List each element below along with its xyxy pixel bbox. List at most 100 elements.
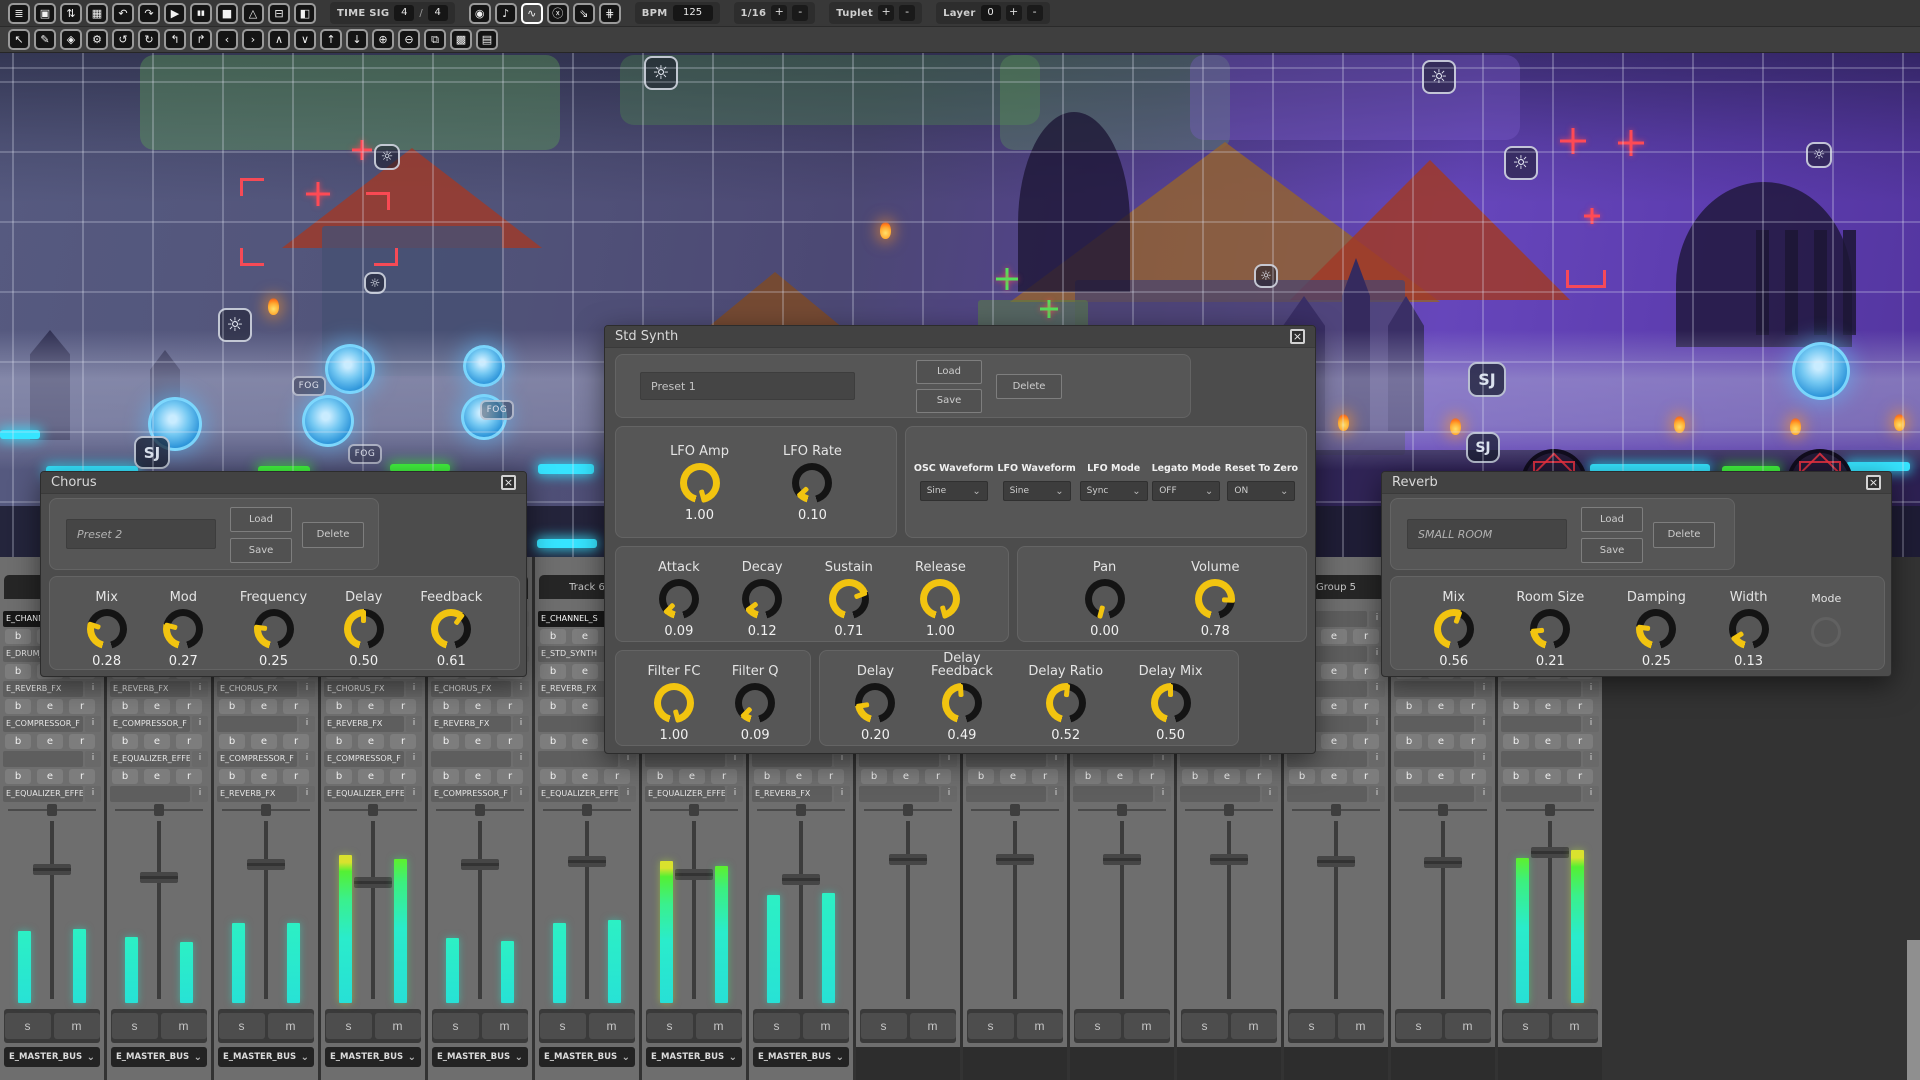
bpm-value[interactable]: 125	[673, 5, 713, 21]
fx-slot[interactable]: E_EQUALIZER_EFFEi	[538, 786, 636, 802]
knob-attack[interactable]	[659, 579, 699, 619]
solo-button[interactable]: s	[433, 1013, 479, 1039]
fx-edit-button[interactable]: e	[251, 699, 277, 714]
knob-sustain[interactable]	[829, 579, 869, 619]
knob-delay-mix[interactable]	[1151, 683, 1191, 723]
fx-slot[interactable]: E_COMPRESSOR_Fi	[431, 786, 529, 802]
fx-remove-button[interactable]: r	[711, 769, 737, 784]
pan-slider[interactable]	[648, 803, 740, 817]
fx-bypass-button[interactable]: b	[5, 629, 31, 644]
fx-edit-button[interactable]: e	[572, 699, 598, 714]
knob-mod[interactable]	[163, 609, 203, 649]
output-bus-dropdown[interactable]: E_MASTER_BUS⌄	[111, 1047, 207, 1067]
fx-remove-button[interactable]: r	[1567, 699, 1593, 714]
fx-remove-button[interactable]: r	[176, 699, 202, 714]
knob-delay-feedback[interactable]	[942, 683, 982, 723]
fx-edit-button[interactable]: e	[465, 699, 491, 714]
fx-edit-button[interactable]: e	[37, 734, 63, 749]
fx-info-button[interactable]: i	[1155, 786, 1171, 802]
fx-bypass-button[interactable]: b	[219, 734, 245, 749]
fx-remove-button[interactable]: r	[497, 769, 523, 784]
fx-edit-button[interactable]: e	[1321, 734, 1347, 749]
fx-edit-button[interactable]: e	[1428, 699, 1454, 714]
fx-bypass-button[interactable]: b	[433, 769, 459, 784]
pan-handle[interactable]	[1331, 804, 1341, 816]
pan-slider[interactable]	[327, 803, 419, 817]
fx-edit-button[interactable]: e	[1000, 769, 1026, 784]
fx-edit-button[interactable]: e	[1321, 769, 1347, 784]
marquee-icon[interactable]: ▩	[450, 29, 472, 50]
knob-delay[interactable]	[855, 683, 895, 723]
fx-slot[interactable]: i	[1501, 751, 1599, 767]
fx-edit-button[interactable]: e	[251, 734, 277, 749]
fx-info-button[interactable]: i	[299, 751, 315, 767]
solo-button[interactable]: s	[754, 1013, 800, 1039]
fader-handle[interactable]	[247, 859, 285, 870]
fx-info-button[interactable]: i	[406, 681, 422, 697]
fx-slot[interactable]: E_REVERB_FXi	[752, 786, 850, 802]
pan-slider[interactable]	[755, 803, 847, 817]
fx-info-button[interactable]: i	[1476, 716, 1492, 732]
pan-handle[interactable]	[903, 804, 913, 816]
fx-bypass-button[interactable]: b	[647, 769, 673, 784]
fader-handle[interactable]	[675, 869, 713, 880]
fx-slot[interactable]: i	[110, 786, 208, 802]
fx-remove-button[interactable]: r	[1032, 769, 1058, 784]
fx-remove-button[interactable]: r	[1353, 699, 1379, 714]
pan-handle[interactable]	[261, 804, 271, 816]
knob-damping[interactable]	[1636, 609, 1676, 649]
layer-plus-button[interactable]: +	[1006, 5, 1022, 21]
pan-slider[interactable]	[862, 803, 954, 817]
fader-handle[interactable]	[889, 854, 927, 865]
fx-slot[interactable]: E_EQUALIZER_EFFEi	[3, 786, 101, 802]
pan-handle[interactable]	[796, 804, 806, 816]
dropdown-reset-to-zero[interactable]: ON⌄	[1227, 481, 1295, 501]
fx-info-button[interactable]: i	[513, 681, 529, 697]
fx-info-button[interactable]: i	[727, 786, 743, 802]
fx-edit-button[interactable]: e	[144, 699, 170, 714]
fx-edit-button[interactable]: e	[1321, 629, 1347, 644]
fx-edit-button[interactable]: e	[144, 769, 170, 784]
pan-handle[interactable]	[47, 804, 57, 816]
fx-slot[interactable]: E_CHORUS_FXi	[431, 681, 529, 697]
fx-info-button[interactable]: i	[192, 751, 208, 767]
grid-step-minus-button[interactable]: -	[792, 5, 808, 21]
fx-slot[interactable]: i	[1394, 716, 1492, 732]
zoom-in-icon[interactable]: ⊕	[372, 29, 394, 50]
pan-handle[interactable]	[582, 804, 592, 816]
fx-remove-button[interactable]: r	[1460, 699, 1486, 714]
chorus-title-bar[interactable]: Chorus ×	[41, 472, 526, 494]
fx-slot[interactable]: i	[966, 786, 1064, 802]
tuplet-minus-button[interactable]: -	[899, 5, 915, 21]
fx-info-button[interactable]: i	[941, 786, 957, 802]
fx-edit-button[interactable]: e	[1321, 699, 1347, 714]
pan-slider[interactable]	[1290, 803, 1382, 817]
fx-slot[interactable]: i	[1501, 716, 1599, 732]
mode-button[interactable]	[1811, 617, 1841, 647]
fx-edit-button[interactable]: e	[144, 734, 170, 749]
fx-bypass-button[interactable]: b	[540, 629, 566, 644]
camera-icon[interactable]: ◉	[469, 3, 491, 24]
delete-button[interactable]: Delete	[1653, 522, 1715, 548]
knob-decay[interactable]	[742, 579, 782, 619]
knob-lfo-rate[interactable]	[792, 463, 832, 503]
fx-remove-button[interactable]: r	[818, 769, 844, 784]
fx-edit-button[interactable]: e	[1535, 734, 1561, 749]
mute-button[interactable]: m	[696, 1013, 742, 1039]
solo-button[interactable]: s	[1503, 1013, 1549, 1039]
fx-info-button[interactable]: i	[1583, 751, 1599, 767]
fx-slot[interactable]: i	[1394, 751, 1492, 767]
uturn-left-icon[interactable]: ↰	[164, 29, 186, 50]
fx-info-button[interactable]: i	[1476, 681, 1492, 697]
fx-edit-button[interactable]: e	[893, 769, 919, 784]
knob-frequency[interactable]	[254, 609, 294, 649]
reverb-title-bar[interactable]: Reverb ×	[1382, 472, 1891, 494]
pause-icon[interactable]: ▮▮	[190, 3, 212, 24]
fader-handle[interactable]	[1424, 857, 1462, 868]
fader-handle[interactable]	[782, 874, 820, 885]
uturn-right-icon[interactable]: ↱	[190, 29, 212, 50]
fx-bypass-button[interactable]: b	[861, 769, 887, 784]
fx-slot[interactable]: E_REVERB_FXi	[110, 681, 208, 697]
fx-edit-button[interactable]: e	[465, 769, 491, 784]
fx-remove-button[interactable]: r	[390, 734, 416, 749]
